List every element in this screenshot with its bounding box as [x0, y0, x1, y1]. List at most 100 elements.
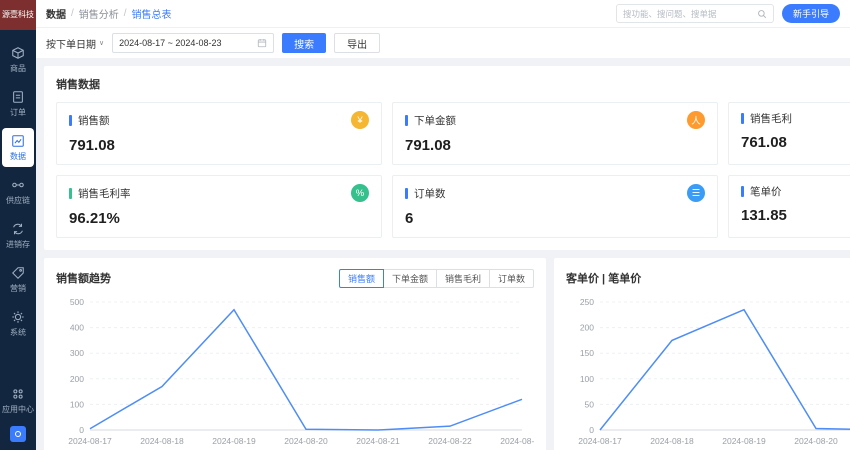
metric-label: 笔单价	[750, 184, 782, 199]
metric-tile-order-amount: 下单金额 人 791.08	[392, 102, 718, 165]
support-icon[interactable]	[10, 426, 26, 442]
metric-label: 订单数	[414, 186, 446, 201]
date-type-label: 按下单日期	[46, 36, 96, 51]
breadcrumb-separator: /	[124, 8, 127, 19]
metric-value: 96.21%	[69, 210, 369, 227]
svg-text:0: 0	[79, 425, 84, 435]
svg-text:200: 200	[580, 323, 594, 333]
global-search[interactable]	[616, 4, 774, 23]
svg-text:300: 300	[70, 348, 84, 358]
svg-text:200: 200	[70, 374, 84, 384]
metric-label: 销售毛利率	[78, 186, 131, 201]
sidebar: 源壹科技 商品 订单 数据 供应链 进销存 营销 系统	[0, 0, 36, 450]
metric-label: 销售额	[78, 113, 110, 128]
accent-bar	[405, 115, 408, 126]
metric-tile-gross-margin: 销售毛利率 % 96.21%	[56, 175, 382, 238]
chevron-down-icon: ∨	[99, 39, 104, 47]
sidebar-item-inventory[interactable]: 进销存	[2, 216, 34, 255]
metric-tile-sales-amount: 销售额 ¥ 791.08	[56, 102, 382, 165]
sales-trend-tabs: 销售额 下单金额 销售毛利 订单数	[339, 269, 534, 288]
percent-circle-icon: %	[351, 184, 369, 202]
data-chart-icon	[11, 134, 25, 148]
date-type-dropdown[interactable]: 按下单日期 ∨	[46, 36, 104, 51]
svg-text:2024-08-23: 2024-08-23	[500, 436, 534, 446]
calendar-icon	[257, 38, 267, 48]
sidebar-item-goods[interactable]: 商品	[2, 40, 34, 79]
svg-text:400: 400	[70, 323, 84, 333]
sales-trend-title: 销售额趋势	[56, 270, 111, 286]
tab-sales-amount[interactable]: 销售额	[339, 269, 384, 288]
search-icon[interactable]	[757, 9, 767, 19]
content: 销售数据 销售额 ¥ 791.08 下单金额 人 7	[36, 58, 850, 450]
accent-bar	[69, 115, 72, 126]
svg-text:2024-08-22: 2024-08-22	[428, 436, 472, 446]
app-logo: 源壹科技	[0, 0, 36, 30]
metrics-grid: 销售额 ¥ 791.08 下单金额 人 791.08	[56, 102, 850, 238]
marketing-tag-icon	[11, 266, 25, 280]
charts-row: 销售额趋势 销售额 下单金额 销售毛利 订单数 0100200300400500…	[44, 258, 842, 450]
price-per-order-line-chart: 0501001502002502024-08-172024-08-182024-…	[566, 292, 850, 450]
sidebar-item-label: 进销存	[6, 239, 30, 250]
sales-trend-line-chart: 0 100 200 300 400 500 2024-08-17 2024-08-18 2024…	[56, 292, 534, 450]
svg-text:2024-08-20: 2024-08-20	[284, 436, 328, 446]
sidebar-item-label: 数据	[10, 151, 26, 162]
export-button[interactable]: 导出	[334, 33, 380, 53]
sidebar-item-app-center[interactable]: 应用中心	[2, 381, 34, 420]
top-bar: 数据 / 销售分析 / 销售总表 新手引导	[36, 0, 850, 28]
svg-text:100: 100	[580, 374, 594, 384]
sidebar-item-label: 订单	[10, 107, 26, 118]
search-input[interactable]	[623, 9, 757, 19]
breadcrumb-sales-summary[interactable]: 销售总表	[132, 6, 172, 21]
sales-data-title: 销售数据	[56, 76, 850, 92]
gear-icon	[11, 310, 25, 324]
svg-text:100: 100	[70, 399, 84, 409]
inventory-cycle-icon	[11, 222, 25, 236]
accent-bar	[405, 188, 408, 199]
svg-text:2024-08-19: 2024-08-19	[212, 436, 256, 446]
metric-tile-gross-profit: 销售毛利 761.08	[728, 102, 850, 165]
user-circle-icon: 人	[687, 111, 705, 129]
breadcrumb: 数据 / 销售分析 / 销售总表	[46, 6, 172, 21]
accent-bar	[741, 186, 744, 197]
metric-value: 761.08	[741, 134, 850, 151]
goods-icon	[11, 46, 25, 60]
sidebar-item-system[interactable]: 系统	[2, 304, 34, 343]
tab-order-amount[interactable]: 下单金额	[383, 269, 437, 288]
accent-bar	[69, 188, 72, 199]
svg-text:150: 150	[580, 348, 594, 358]
filter-bar: 按下单日期 ∨ 搜索 导出	[36, 28, 850, 58]
app-center-icon	[11, 387, 25, 401]
main-area: 数据 / 销售分析 / 销售总表 新手引导 按下单日期 ∨ 搜索 导出 销售数据	[36, 0, 850, 450]
metric-value: 6	[405, 210, 705, 227]
search-button[interactable]: 搜索	[282, 33, 326, 53]
svg-text:2024-08-19: 2024-08-19	[722, 436, 766, 446]
sidebar-nav: 商品 订单 数据 供应链 进销存 营销 系统	[0, 30, 36, 450]
sales-trend-card: 销售额趋势 销售额 下单金额 销售毛利 订单数 0 100 200 300 400 500…	[44, 258, 546, 450]
date-range-picker[interactable]	[112, 33, 274, 53]
sidebar-item-orders[interactable]: 订单	[2, 84, 34, 123]
yen-circle-icon: ¥	[351, 111, 369, 129]
metric-tile-avg-order-value: 笔单价 131.85	[728, 175, 850, 238]
price-per-order-card: 客单价 | 笔单价 0501001502002502024-08-172024-…	[554, 258, 850, 450]
tab-gross-profit[interactable]: 销售毛利	[436, 269, 490, 288]
svg-text:2024-08-20: 2024-08-20	[794, 436, 838, 446]
sidebar-item-supply-chain[interactable]: 供应链	[2, 172, 34, 211]
sidebar-item-data[interactable]: 数据	[2, 128, 34, 167]
svg-text:2024-08-18: 2024-08-18	[650, 436, 694, 446]
sidebar-item-label: 营销	[10, 283, 26, 294]
svg-text:2024-08-17: 2024-08-17	[68, 436, 112, 446]
breadcrumb-sales-analysis[interactable]: 销售分析	[79, 6, 119, 21]
svg-text:500: 500	[70, 297, 84, 307]
sidebar-item-label: 商品	[10, 63, 26, 74]
guide-button[interactable]: 新手引导	[782, 4, 840, 23]
breadcrumb-data[interactable]: 数据	[46, 6, 66, 21]
metric-value: 131.85	[741, 207, 850, 224]
price-per-order-title: 客单价 | 笔单价	[566, 270, 641, 286]
date-range-input[interactable]	[119, 38, 253, 48]
sales-data-card: 销售数据 销售额 ¥ 791.08 下单金额 人 7	[44, 66, 850, 250]
sidebar-item-marketing[interactable]: 营销	[2, 260, 34, 299]
metric-label: 下单金额	[414, 113, 456, 128]
svg-text:50: 50	[585, 399, 595, 409]
tab-order-count[interactable]: 订单数	[489, 269, 534, 288]
svg-text:2024-08-18: 2024-08-18	[140, 436, 184, 446]
